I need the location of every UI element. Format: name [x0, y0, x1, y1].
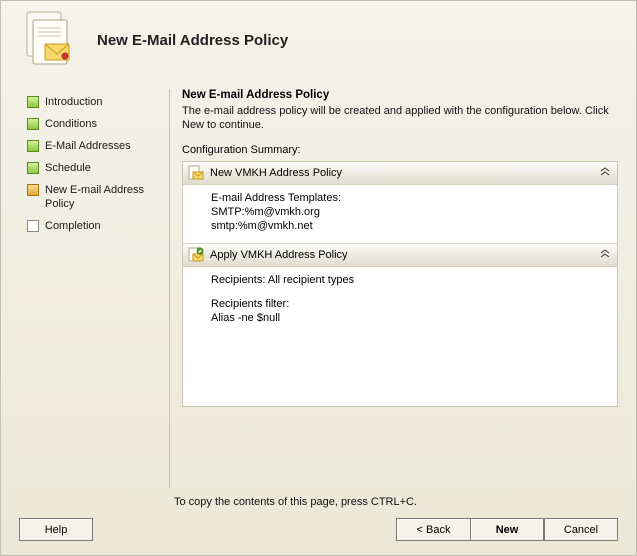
new-button[interactable]: New: [470, 518, 544, 541]
copy-hint: To copy the contents of this page, press…: [174, 496, 618, 508]
content-description: The e-mail address policy will be create…: [182, 104, 618, 132]
configuration-summary: New VMKH Address Policy E-mail Address T…: [182, 161, 618, 407]
button-row: Help < Back New Cancel: [19, 518, 618, 541]
sidebar-item-new-email-address-policy: New E-mail Address Policy: [27, 179, 169, 215]
summary-line: smtp:%m@vmkh.net: [211, 219, 607, 233]
group-title: New VMKH Address Policy: [210, 167, 599, 179]
step-done-icon: [27, 118, 39, 130]
summary-line: E-mail Address Templates:: [211, 191, 607, 205]
policy-icon: [21, 10, 77, 70]
content: New E-mail Address Policy The e-mail add…: [169, 89, 622, 488]
back-new-group: < Back New: [396, 518, 544, 541]
group-header-new-policy[interactable]: New VMKH Address Policy: [183, 162, 617, 185]
summary-label: Configuration Summary:: [182, 144, 618, 156]
sidebar-item-email-addresses: E-Mail Addresses: [27, 135, 169, 157]
body: Introduction Conditions E-Mail Addresses…: [1, 89, 636, 488]
cancel-button[interactable]: Cancel: [544, 518, 618, 541]
step-done-icon: [27, 96, 39, 108]
page-title: New E-Mail Address Policy: [97, 32, 288, 49]
header: New E-Mail Address Policy: [1, 1, 636, 89]
sidebar-item-completion: Completion: [27, 215, 169, 237]
summary-line: Recipients: All recipient types: [211, 273, 607, 287]
footer: To copy the contents of this page, press…: [1, 488, 636, 555]
step-current-icon: [27, 184, 39, 196]
sidebar-item-schedule: Schedule: [27, 157, 169, 179]
policy-small-icon: [188, 165, 204, 181]
step-pending-icon: [27, 220, 39, 232]
summary-line: SMTP:%m@vmkh.org: [211, 205, 607, 219]
collapse-icon: [599, 167, 611, 179]
group-body-new-policy: E-mail Address Templates: SMTP:%m@vmkh.o…: [183, 185, 617, 243]
summary-line: Alias -ne $null: [211, 311, 607, 325]
step-done-icon: [27, 162, 39, 174]
summary-line: Recipients filter:: [211, 297, 607, 311]
group-title: Apply VMKH Address Policy: [210, 249, 599, 261]
help-button[interactable]: Help: [19, 518, 93, 541]
back-button[interactable]: < Back: [396, 518, 470, 541]
sidebar-item-introduction: Introduction: [27, 91, 169, 113]
group-header-apply-policy[interactable]: Apply VMKH Address Policy: [183, 243, 617, 267]
wizard-window: New E-Mail Address Policy Introduction C…: [0, 0, 637, 556]
sidebar: Introduction Conditions E-Mail Addresses…: [27, 89, 169, 488]
collapse-icon: [599, 249, 611, 261]
apply-policy-icon: [188, 247, 204, 263]
content-title: New E-mail Address Policy: [182, 89, 618, 101]
step-done-icon: [27, 140, 39, 152]
group-body-apply-policy: Recipients: All recipient types Recipien…: [183, 267, 617, 335]
sidebar-item-conditions: Conditions: [27, 113, 169, 135]
